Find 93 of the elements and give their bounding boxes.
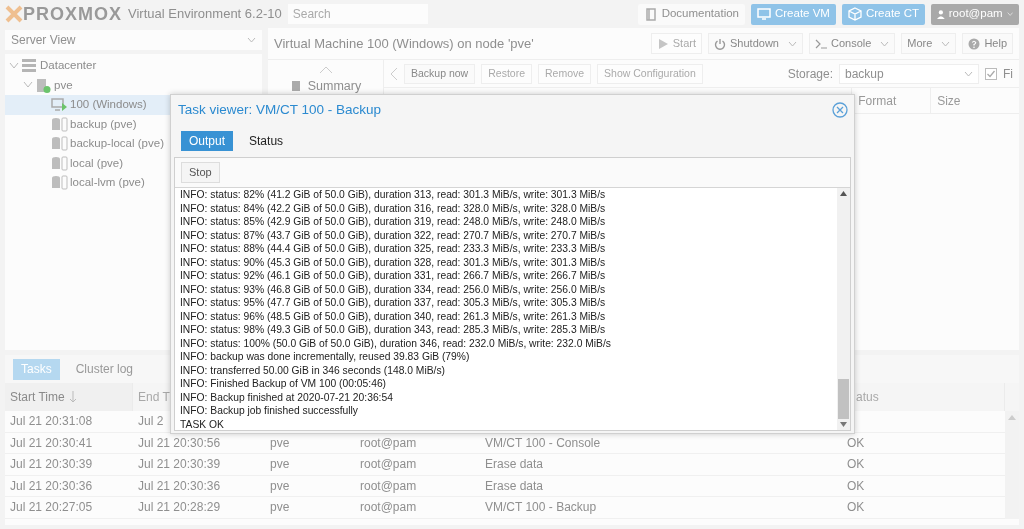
log-line: INFO: status: 93% (46.8 GiB of 50.0 GiB), duration 334, read: 256.0 MiB/s, write: 256.0 MiB/s bbox=[180, 282, 607, 296]
table-cell: pve bbox=[265, 454, 355, 476]
table-cell: Jul 21 20:30:36 bbox=[5, 475, 133, 497]
chevron-down-icon[interactable] bbox=[23, 81, 33, 90]
cube-icon bbox=[847, 7, 862, 21]
tree-item[interactable]: Datacenter bbox=[5, 56, 262, 76]
column-header[interactable]: Start Time bbox=[5, 383, 133, 411]
header-button[interactable]: Create CT bbox=[841, 3, 925, 25]
storage-icon bbox=[51, 155, 68, 171]
caret-icon bbox=[247, 37, 256, 43]
header-button[interactable]: Documentation bbox=[637, 3, 745, 25]
table-cell: VM/CT 100 - Backup bbox=[480, 497, 838, 519]
book-icon bbox=[643, 7, 658, 21]
storage-label: Storage: bbox=[787, 65, 833, 83]
toolbar-button[interactable]: More bbox=[901, 33, 957, 54]
panel-title: Virtual Machine 100 (Windows) on node 'pve' bbox=[274, 34, 535, 53]
help-icon bbox=[968, 37, 981, 50]
storage-icon bbox=[51, 116, 68, 132]
table-cell: Jul 21 20:30:39 bbox=[5, 454, 133, 476]
log-line: TASK OK bbox=[180, 417, 225, 430]
chevron-left-icon[interactable] bbox=[390, 66, 398, 81]
header-button[interactable]: Create VM bbox=[751, 3, 836, 25]
user-icon bbox=[937, 7, 945, 21]
table-cell: Jul 21 20:27:05 bbox=[5, 497, 133, 519]
log-line: INFO: status: 84% (42.2 GiB of 50.0 GiB), duration 316, read: 328.0 MiB/s, write: 328.0 MiB/s bbox=[180, 201, 607, 215]
nav-item[interactable]: Summary bbox=[285, 76, 366, 97]
log-line: INFO: status: 87% (43.7 GiB of 50.0 GiB), duration 322, read: 270.7 MiB/s, write: 270.7 MiB/s bbox=[180, 228, 607, 242]
tab[interactable]: Status bbox=[241, 131, 292, 151]
table-cell: root@pam bbox=[355, 497, 480, 519]
filter-checkbox[interactable] bbox=[985, 67, 997, 80]
toolbar-button[interactable]: Backup now bbox=[404, 63, 476, 84]
scroll-up-icon[interactable] bbox=[840, 191, 847, 196]
stop-button[interactable]: Stop bbox=[181, 162, 220, 183]
book-icon bbox=[289, 80, 302, 93]
scrollbar-thumb[interactable] bbox=[838, 379, 849, 419]
logo-text: PROXMOX bbox=[23, 2, 122, 26]
chevron-down-icon[interactable] bbox=[9, 61, 19, 70]
log-line: INFO: status: 82% (41.2 GiB of 50.0 GiB), duration 313, read: 301.3 MiB/s, write: 301.3 MiB/s bbox=[180, 188, 607, 202]
server-check-icon bbox=[35, 77, 52, 93]
log-line: INFO: status: 85% (42.9 GiB of 50.0 GiB), duration 319, read: 248.0 MiB/s, write: 248.0 MiB/s bbox=[180, 215, 607, 229]
tab[interactable]: Cluster log bbox=[67, 358, 142, 380]
server-icon bbox=[21, 58, 38, 74]
caret-icon bbox=[880, 40, 890, 47]
storage-icon bbox=[51, 175, 68, 191]
version-text: Virtual Environment 6.2-10 bbox=[128, 5, 282, 24]
monitor-icon bbox=[51, 97, 68, 113]
table-cell: Jul 21 20:31:08 bbox=[5, 411, 133, 433]
toolbar-button[interactable]: Shutdown bbox=[708, 33, 803, 54]
table-cell: pve bbox=[265, 497, 355, 519]
checkbox-label: Fi bbox=[1003, 65, 1013, 83]
table-cell: Jul 21 20:30:36 bbox=[133, 475, 265, 497]
toolbar-button[interactable]: Console bbox=[808, 33, 896, 54]
tree-item[interactable]: pve bbox=[5, 75, 262, 95]
table-cell: Jul 21 20:28:29 bbox=[133, 497, 265, 519]
table-cell: root@pam bbox=[355, 454, 480, 476]
log-line: INFO: status: 88% (44.4 GiB of 50.0 GiB), duration 325, read: 233.3 MiB/s, write: 233.3 MiB/s bbox=[180, 242, 607, 256]
log-line: INFO: backup was done incrementally, reused 39.83 GiB (79%) bbox=[180, 350, 471, 364]
logo-icon bbox=[5, 5, 23, 23]
caret-icon bbox=[787, 40, 797, 47]
log-line: INFO: Finished Backup of VM 100 (00:05:46) bbox=[180, 377, 388, 391]
terminal-icon bbox=[814, 37, 827, 50]
monitor-icon bbox=[757, 7, 771, 21]
view-select[interactable]: Server View bbox=[5, 30, 262, 50]
log-line: INFO: status: 98% (49.3 GiB of 50.0 GiB), duration 343, read: 285.3 MiB/s, write: 285.3 MiB/s bbox=[180, 323, 607, 337]
log-line: INFO: status: 100% (50.0 GiB of 50.0 GiB), duration 346, read: 232.0 MiB/s, write: 232.0 MiB/s bbox=[180, 336, 612, 350]
log-line: INFO: Backup finished at 2020-07-21 20:36:54 bbox=[180, 390, 394, 404]
column-header: Size bbox=[930, 88, 1019, 113]
log-line: INFO: status: 92% (46.1 GiB of 50.0 GiB), duration 331, read: 266.7 MiB/s, write: 266.7 MiB/s bbox=[180, 269, 607, 283]
log-line: INFO: status: 90% (45.3 GiB of 50.0 GiB), duration 328, read: 301.3 MiB/s, write: 301.3 MiB/s bbox=[180, 255, 607, 269]
caret-icon bbox=[1006, 11, 1013, 17]
user-menu-button[interactable]: root@pam bbox=[931, 3, 1019, 25]
power-icon bbox=[714, 37, 726, 50]
scroll-down-icon[interactable] bbox=[840, 422, 847, 427]
table-cell: Jul 21 20:30:39 bbox=[133, 454, 265, 476]
caret-icon bbox=[941, 40, 951, 47]
play-icon bbox=[656, 37, 669, 50]
log-line: INFO: status: 95% (47.7 GiB of 50.0 GiB), duration 337, read: 305.3 MiB/s, write: 305.3 MiB/s bbox=[180, 296, 607, 310]
scrollbar[interactable] bbox=[837, 188, 850, 430]
table-cell: Erase data bbox=[480, 475, 838, 497]
tab[interactable]: Output bbox=[181, 131, 234, 151]
storage-select[interactable]: backup bbox=[839, 63, 979, 84]
close-icon[interactable] bbox=[832, 102, 848, 118]
toolbar-button[interactable]: Help bbox=[962, 33, 1013, 54]
storage-icon bbox=[51, 136, 68, 152]
table-cell: Erase data bbox=[480, 454, 838, 476]
log-line: INFO: status: 96% (48.5 GiB of 50.0 GiB), duration 340, read: 261.3 MiB/s, write: 261.3 MiB/s bbox=[180, 309, 607, 323]
sort-down-icon bbox=[68, 391, 77, 403]
table-cell: root@pam bbox=[355, 475, 480, 497]
table-cell: pve bbox=[265, 475, 355, 497]
search-field[interactable]: Search bbox=[287, 4, 428, 24]
table-cell: Jul 21 20:30:41 bbox=[5, 432, 133, 454]
caret-icon bbox=[964, 70, 973, 77]
log-line: INFO: transferred 50.00 GiB in 346 seconds (148.0 MiB/s) bbox=[180, 363, 446, 377]
